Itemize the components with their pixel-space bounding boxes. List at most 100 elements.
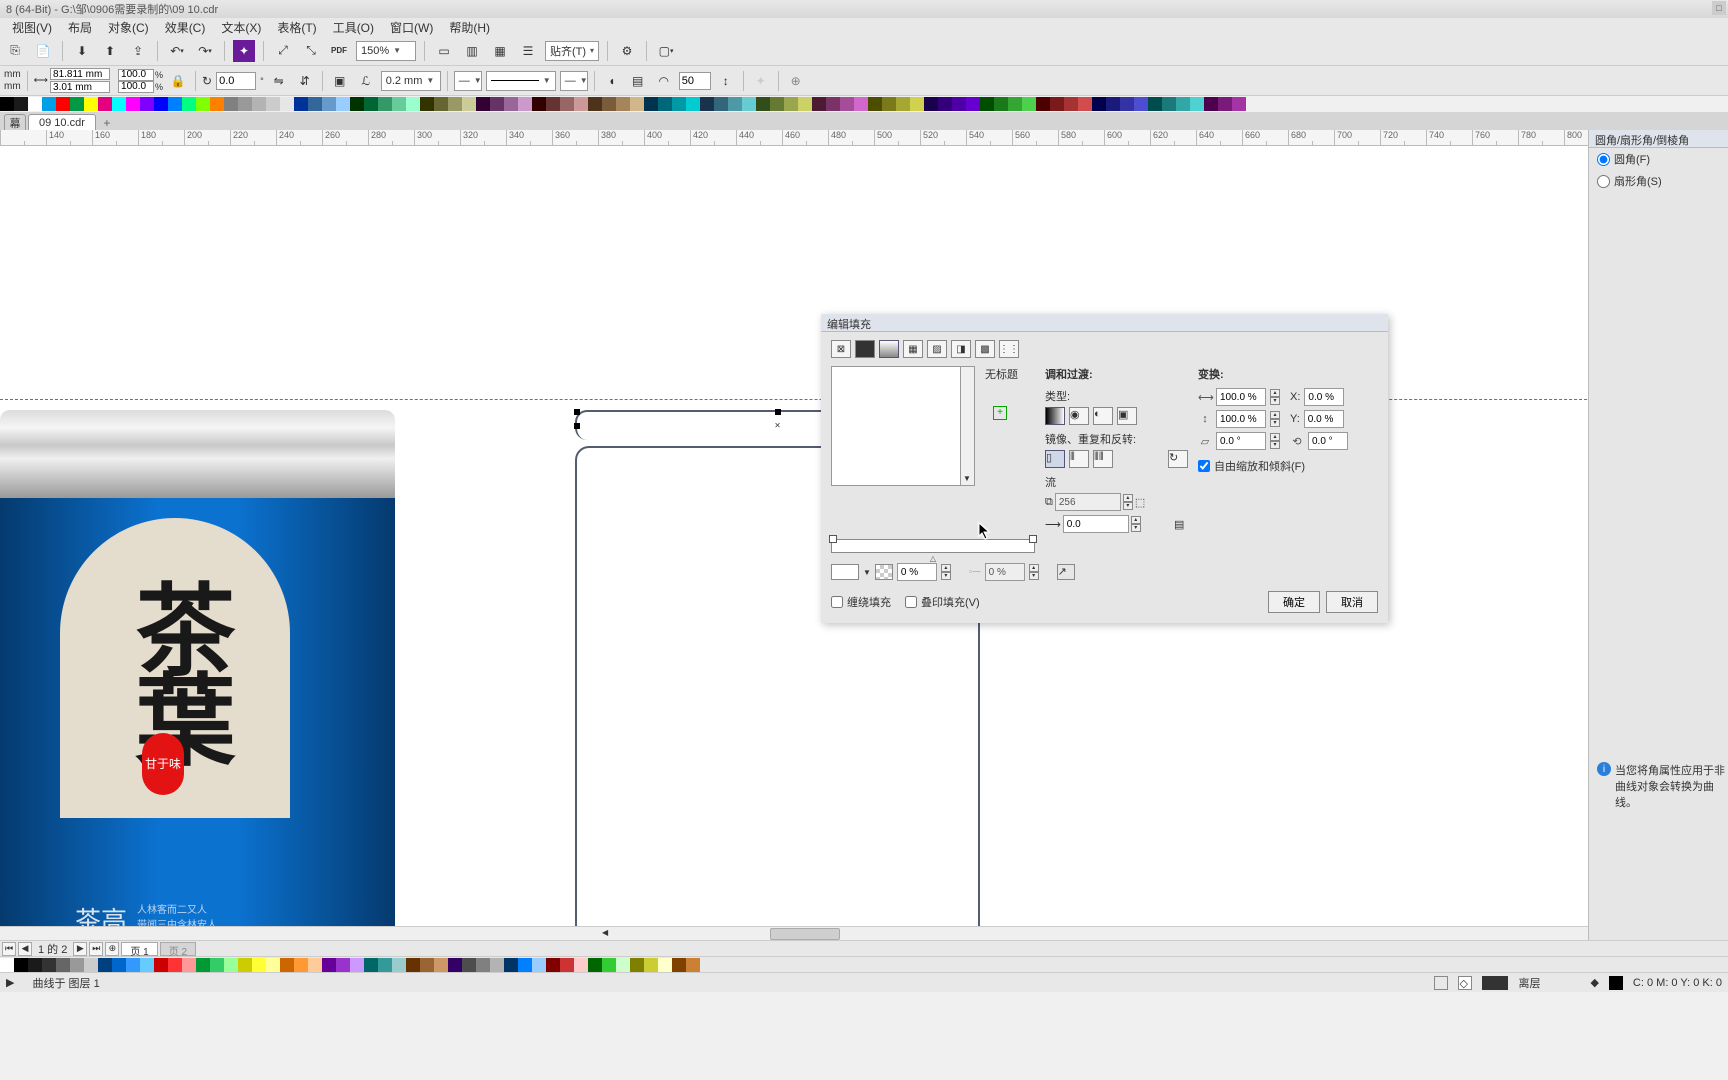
outline-swatch-icon[interactable]: ◇ (1458, 976, 1472, 990)
palette-swatch[interactable] (364, 97, 378, 111)
fill-pattern-bitmap-icon[interactable]: ▨ (927, 340, 947, 358)
fill-preview-scroll[interactable]: ▼ (961, 366, 975, 486)
radio-scallop[interactable] (1597, 175, 1610, 188)
palette-swatch[interactable] (630, 97, 644, 111)
gradient-stop-left[interactable] (829, 535, 837, 543)
palette-swatch[interactable] (476, 97, 490, 111)
palette-swatch[interactable] (518, 97, 532, 111)
palette-swatch[interactable] (490, 958, 504, 972)
height-input[interactable] (50, 81, 110, 93)
palette-swatch[interactable] (700, 97, 714, 111)
palette-swatch[interactable] (322, 97, 336, 111)
wrap-fill-check[interactable]: 缠绕填充 (831, 594, 891, 610)
gradient-bar[interactable]: △ (831, 539, 1035, 557)
palette-swatch[interactable] (336, 97, 350, 111)
palette-swatch[interactable] (70, 97, 84, 111)
fullscreen-icon[interactable]: ▭ (433, 40, 455, 62)
spin[interactable]: ▴▾ (941, 564, 951, 580)
palette-swatch[interactable] (84, 97, 98, 111)
fill-swatch-icon[interactable] (1434, 976, 1448, 990)
palette-swatch[interactable] (1078, 97, 1092, 111)
palette-swatch[interactable] (1050, 97, 1064, 111)
palette-swatch[interactable] (532, 958, 546, 972)
palette-swatch[interactable] (1064, 97, 1078, 111)
type-linear-icon[interactable] (1045, 407, 1065, 425)
palette-swatch[interactable] (980, 97, 994, 111)
palette-swatch[interactable] (1022, 97, 1036, 111)
palette-swatch[interactable] (294, 97, 308, 111)
fill-uniform-icon[interactable] (855, 340, 875, 358)
export-icon[interactable]: ⬆ (99, 40, 121, 62)
palette-swatch[interactable] (434, 97, 448, 111)
handle-tl[interactable] (574, 409, 580, 415)
palette-swatch[interactable] (84, 958, 98, 972)
close-curve-icon[interactable]: ▤ (627, 70, 649, 92)
node-transp-icon[interactable] (875, 564, 893, 580)
fill-fountain-icon[interactable] (879, 340, 899, 358)
palette-swatch[interactable] (266, 97, 280, 111)
snap-combo[interactable]: 贴齐(T)▾ (545, 41, 599, 61)
palette-swatch[interactable] (938, 97, 952, 111)
palette-swatch[interactable] (560, 958, 574, 972)
grid-icon[interactable]: ▦ (489, 40, 511, 62)
menu-layout[interactable]: 布局 (60, 19, 100, 36)
fill-none-icon[interactable]: ⊠ (831, 340, 851, 358)
palette-swatch[interactable] (322, 958, 336, 972)
page-tab-2[interactable]: 页 2 (160, 942, 196, 956)
fit-page-icon[interactable]: ⤡ (300, 40, 322, 62)
fill-postscript-icon[interactable]: ⋮⋮ (999, 340, 1019, 358)
publish-icon[interactable]: ⇪ (127, 40, 149, 62)
style-icon[interactable]: ℒ (355, 70, 377, 92)
steps-lock-icon[interactable]: ⬚ (1135, 496, 1149, 509)
palette-swatch[interactable] (392, 97, 406, 111)
palette-swatch[interactable] (350, 958, 364, 972)
palette-swatch[interactable] (140, 958, 154, 972)
palette-swatch[interactable] (280, 958, 294, 972)
import-icon[interactable]: ⬇ (71, 40, 93, 62)
menu-view[interactable]: 视图(V) (4, 19, 60, 36)
palette-swatch[interactable] (812, 97, 826, 111)
palette-swatch[interactable] (658, 97, 672, 111)
fit-icon[interactable]: ⤢ (272, 40, 294, 62)
scroll-thumb-h[interactable] (770, 928, 840, 940)
page-next-icon[interactable]: ▶ (73, 942, 87, 956)
palette-swatch[interactable] (112, 958, 126, 972)
palette-swatch[interactable] (378, 97, 392, 111)
palette-swatch[interactable] (406, 958, 420, 972)
add-icon[interactable]: ⊕ (785, 70, 807, 92)
palette-swatch[interactable] (364, 958, 378, 972)
undo-icon[interactable]: ↶▾ (166, 40, 188, 62)
palette-swatch[interactable] (126, 958, 140, 972)
tab-document[interactable]: 09 10.cdr (28, 114, 96, 130)
palette-swatch[interactable] (266, 958, 280, 972)
text-wrap-icon[interactable]: ◠ (653, 70, 675, 92)
fill-texture-icon[interactable]: ▩ (975, 340, 995, 358)
zoom-combo[interactable]: 150%▼ (356, 41, 416, 61)
palette-swatch[interactable] (182, 97, 196, 111)
palette-swatch[interactable] (602, 958, 616, 972)
scrollbar-horizontal[interactable]: ◀ ▶ (0, 926, 1712, 940)
palette-swatch[interactable] (0, 97, 14, 111)
palette-swatch[interactable] (1106, 97, 1120, 111)
palette-swatch[interactable] (672, 958, 686, 972)
palette-swatch[interactable] (154, 97, 168, 111)
palette-swatch[interactable] (196, 958, 210, 972)
palette-swatch[interactable] (0, 958, 14, 972)
page-tab-1[interactable]: 页 1 (121, 942, 157, 956)
node-color-well[interactable] (831, 564, 859, 580)
copy-icon[interactable]: ⎘ (4, 40, 26, 62)
palette-swatch[interactable] (490, 97, 504, 111)
palette-swatch[interactable] (448, 958, 462, 972)
palette-swatch[interactable] (308, 97, 322, 111)
fill-pattern-vector-icon[interactable]: ▦ (903, 340, 923, 358)
palette-swatch[interactable] (798, 97, 812, 111)
redo-icon[interactable]: ↷▾ (194, 40, 216, 62)
menu-table[interactable]: 表格(T) (269, 19, 324, 36)
palette-swatch[interactable] (630, 958, 644, 972)
palette-swatch[interactable] (896, 97, 910, 111)
palette-swatch[interactable] (504, 97, 518, 111)
repeat-mirror-icon[interactable]: ⦀ (1069, 450, 1089, 468)
lock-ratio-icon[interactable]: 🔒 (167, 70, 189, 92)
palette-swatch[interactable] (574, 958, 588, 972)
palette-swatch[interactable] (1120, 97, 1134, 111)
